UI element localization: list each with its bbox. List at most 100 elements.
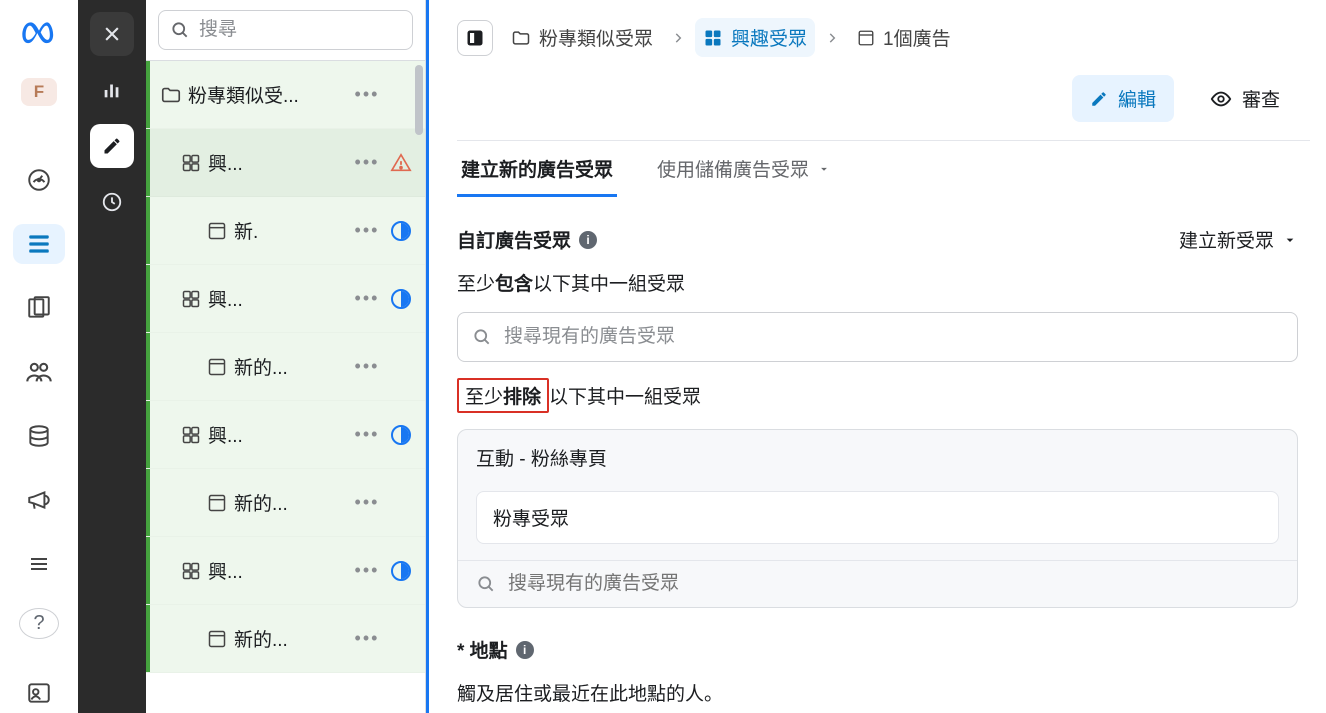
- tree-node[interactable]: 興...•••: [146, 265, 425, 333]
- info-icon[interactable]: i: [579, 231, 597, 249]
- tree-node[interactable]: 新.•••: [146, 197, 425, 265]
- breadcrumb-campaign[interactable]: 粉專類似受眾: [503, 18, 661, 57]
- tab-create-label: 建立新的廣告受眾: [461, 160, 613, 181]
- tree-node-label: 粉專類似受...: [188, 81, 353, 108]
- breadcrumb-toggle[interactable]: [457, 20, 493, 56]
- chevron-right-icon: [825, 31, 839, 45]
- caret-down-icon: [1282, 232, 1298, 248]
- search-icon: [472, 327, 492, 347]
- info-icon[interactable]: i: [516, 641, 534, 659]
- breadcrumb-campaign-label: 粉專類似受眾: [539, 24, 653, 51]
- account-avatar[interactable]: F: [21, 78, 57, 106]
- grid-icon: [180, 561, 202, 581]
- more-options-button[interactable]: •••: [353, 285, 381, 313]
- exclude-chip[interactable]: 粉專受眾: [476, 491, 1279, 544]
- location-label-text: * 地點: [457, 636, 508, 663]
- more-options-button[interactable]: •••: [353, 353, 381, 381]
- exclude-chip-label: 粉專受眾: [493, 509, 569, 530]
- more-options-button[interactable]: •••: [353, 557, 381, 585]
- avatar-letter: F: [34, 82, 44, 102]
- darknav-history-icon[interactable]: [90, 180, 134, 224]
- ad-icon: [206, 221, 228, 241]
- breadcrumb-ad-label: 1個廣告: [883, 24, 951, 51]
- include-heading: 至少包含以下其中一組受眾: [457, 269, 1298, 296]
- tab-saved-audience[interactable]: 使用儲備廣告受眾: [653, 141, 835, 197]
- tree-search[interactable]: [158, 10, 413, 50]
- status-icon: [389, 221, 413, 241]
- create-new-audience-link[interactable]: 建立新受眾: [1179, 226, 1298, 253]
- tree-search-input[interactable]: [158, 10, 413, 50]
- folder-icon: [160, 84, 182, 106]
- status-icon: [389, 289, 413, 309]
- more-options-button[interactable]: •••: [353, 81, 381, 109]
- tree-node[interactable]: 新的...•••: [146, 605, 425, 673]
- scrollbar-thumb[interactable]: [415, 65, 423, 135]
- campaign-tree-panel: 粉專類似受...•••興...•••新.•••興...•••新的...•••興.…: [146, 0, 426, 713]
- exclude-search-input[interactable]: [508, 573, 1279, 595]
- exclude-search-field[interactable]: [458, 560, 1297, 607]
- tree-node[interactable]: 興...•••: [146, 537, 425, 605]
- tree-node-label: 新的...: [234, 353, 353, 380]
- tree-node-label: 興...: [208, 149, 353, 176]
- darknav-edit-icon[interactable]: [90, 124, 134, 168]
- tree-node-label: 新的...: [234, 625, 353, 652]
- tree-node[interactable]: 興...•••: [146, 401, 425, 469]
- tree-node[interactable]: 新的...•••: [146, 469, 425, 537]
- include-search-input[interactable]: [504, 326, 1283, 348]
- edit-sidebar: [78, 0, 146, 713]
- include-search-field[interactable]: [457, 312, 1298, 362]
- search-icon: [476, 574, 496, 594]
- tree-node[interactable]: 新的...•••: [146, 333, 425, 401]
- create-new-audience-label: 建立新受眾: [1179, 226, 1274, 253]
- tree-scrollbar[interactable]: [413, 61, 425, 713]
- tree-scroll[interactable]: 粉專類似受...•••興...•••新.•••興...•••新的...•••興.…: [146, 61, 425, 713]
- breadcrumb: 粉專類似受眾 興趣受眾 1個廣告: [429, 0, 1326, 67]
- tree-node-label: 興...: [208, 421, 353, 448]
- rail-dashboard-icon[interactable]: [13, 160, 65, 200]
- darknav-chart-icon[interactable]: [90, 68, 134, 112]
- chevron-right-icon: [671, 31, 685, 45]
- breadcrumb-adset-label: 興趣受眾: [731, 24, 807, 51]
- custom-audience-label: 自訂廣告受眾 i: [457, 226, 597, 253]
- grid-icon: [180, 425, 202, 445]
- breadcrumb-adset[interactable]: 興趣受眾: [695, 18, 815, 57]
- ad-icon: [206, 629, 228, 649]
- review-button[interactable]: 審查: [1192, 75, 1298, 122]
- tree-node-label: 興...: [208, 557, 353, 584]
- rail-library-icon[interactable]: [13, 288, 65, 328]
- top-actions: 編輯 審查: [429, 67, 1326, 140]
- tree-node-label: 新.: [234, 217, 353, 244]
- tab-saved-label: 使用儲備廣告受眾: [657, 155, 809, 182]
- edit-button-label: 編輯: [1118, 85, 1156, 112]
- breadcrumb-ad[interactable]: 1個廣告: [849, 18, 959, 57]
- more-options-button[interactable]: •••: [353, 489, 381, 517]
- ad-icon: [206, 357, 228, 377]
- tab-create-audience[interactable]: 建立新的廣告受眾: [457, 141, 617, 197]
- tree-node[interactable]: 粉專類似受...•••: [146, 61, 425, 129]
- more-options-button[interactable]: •••: [353, 149, 381, 177]
- status-icon: [389, 561, 413, 581]
- close-button[interactable]: [90, 12, 134, 56]
- rail-announce-icon[interactable]: [13, 480, 65, 520]
- more-options-button[interactable]: •••: [353, 625, 381, 653]
- location-label: * 地點 i: [457, 636, 1298, 663]
- meta-logo: [19, 14, 59, 54]
- rail-audiences-icon[interactable]: [13, 352, 65, 392]
- rail-profile-card-icon[interactable]: [13, 673, 65, 713]
- review-button-label: 審查: [1242, 85, 1280, 112]
- rail-ads-manager-icon[interactable]: [13, 224, 65, 264]
- main-panel: 粉專類似受眾 興趣受眾 1個廣告: [426, 0, 1326, 713]
- search-icon: [170, 20, 190, 40]
- location-desc: 觸及居住或最近在此地點的人。: [457, 679, 1298, 706]
- help-button[interactable]: ?: [19, 608, 59, 639]
- tree-node[interactable]: 興...•••: [146, 129, 425, 197]
- grid-icon: [180, 153, 202, 173]
- edit-button[interactable]: 編輯: [1072, 75, 1174, 122]
- tree-node-label: 興...: [208, 285, 353, 312]
- rail-billing-icon[interactable]: [13, 416, 65, 456]
- rail-menu-icon[interactable]: [13, 544, 65, 584]
- more-options-button[interactable]: •••: [353, 217, 381, 245]
- ad-icon: [206, 493, 228, 513]
- more-options-button[interactable]: •••: [353, 421, 381, 449]
- exclude-heading: 至少排除以下其中一組受眾: [457, 378, 1298, 413]
